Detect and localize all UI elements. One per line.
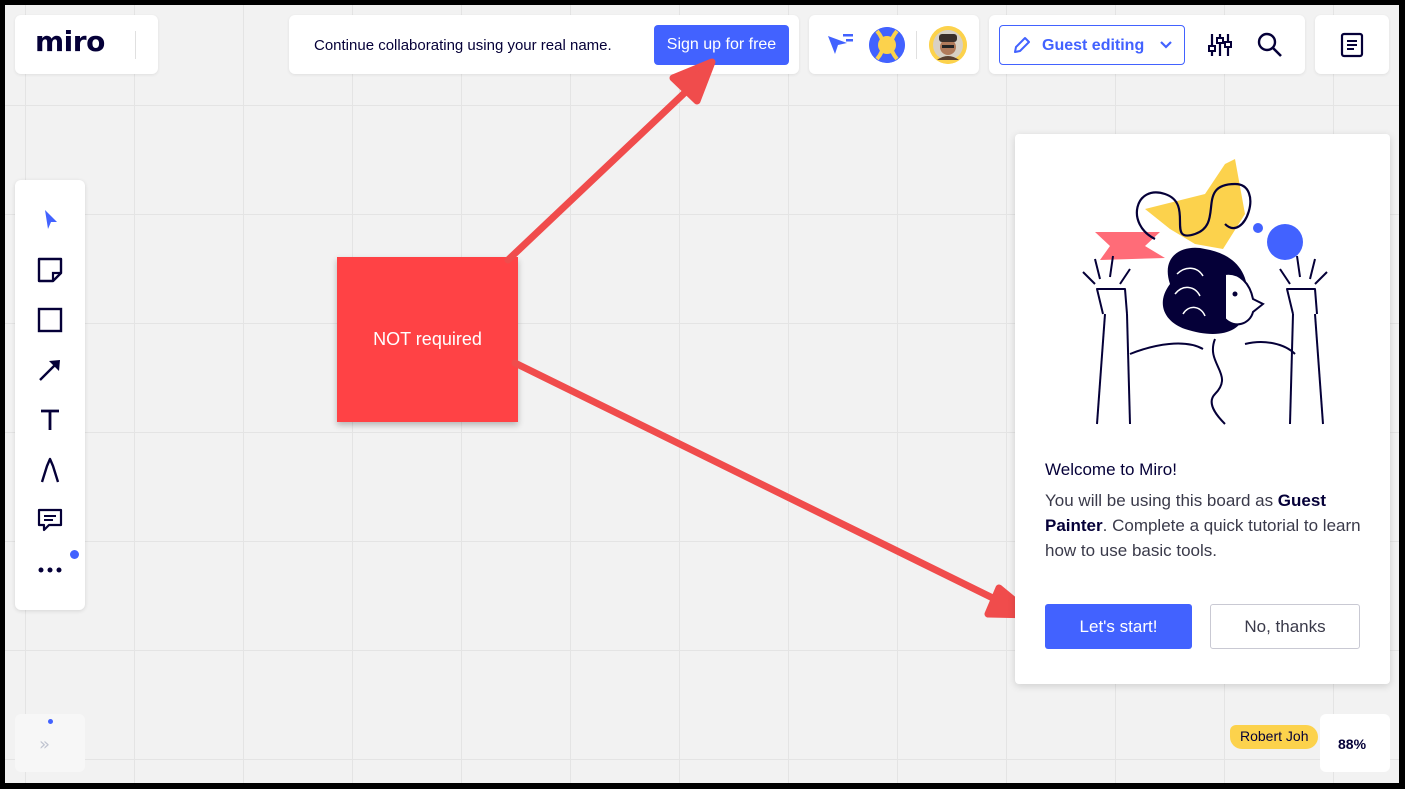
welcome-dialog: Welcome to Miro! You will be using this …	[1015, 134, 1390, 684]
welcome-title: Welcome to Miro!	[1045, 460, 1177, 479]
start-tutorial-button[interactable]: Let's start!	[1045, 604, 1192, 649]
board-canvas[interactable]: miro Continue collaborating using your r…	[5, 5, 1399, 783]
arrow-to-signup	[504, 79, 699, 264]
welcome-body-text: You will be using this board as	[1045, 491, 1278, 510]
arrow-to-start	[511, 359, 1011, 609]
welcome-body: You will be using this board as Guest Pa…	[1045, 488, 1365, 563]
zoom-panel[interactable]: 88%	[1320, 714, 1390, 772]
welcome-illustration	[1082, 159, 1328, 425]
collaborator-cursor-label: Robert Joh	[1230, 725, 1319, 749]
decline-tutorial-button[interactable]: No, thanks	[1210, 604, 1360, 649]
zoom-level[interactable]: 88%	[1338, 736, 1366, 752]
